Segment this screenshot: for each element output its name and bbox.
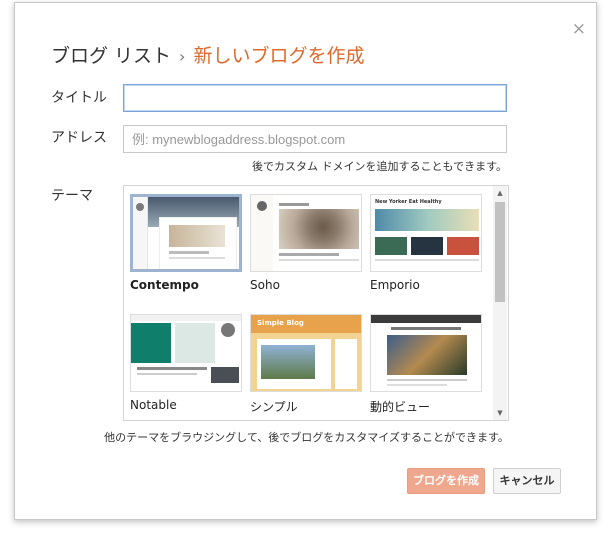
theme-thumbnail-emporio[interactable]: New Yorker Eat Healthy [370, 194, 482, 272]
create-blog-button[interactable]: ブログを作成 [407, 468, 485, 494]
title-input[interactable] [123, 84, 507, 112]
close-icon[interactable]: × [572, 21, 586, 38]
theme-thumbnail-contempo[interactable] [130, 194, 242, 272]
breadcrumb-separator: › [179, 47, 186, 66]
cancel-button[interactable]: キャンセル [493, 468, 561, 494]
theme-tile-contempo[interactable]: Contempo [130, 194, 242, 292]
theme-thumbnail-soho[interactable] [250, 194, 362, 272]
create-blog-dialog: × ブログ リスト › 新しいブログを作成 タイトル アドレス 後でカスタム ドメイ… [14, 2, 597, 520]
breadcrumb-blog-list[interactable]: ブログ リスト [51, 45, 171, 67]
address-label: アドレス [51, 130, 107, 146]
chevron-down-icon[interactable]: ▼ [493, 406, 507, 420]
dialog-title: ブログ リスト › 新しいブログを作成 [51, 41, 364, 68]
theme-thumbnail-dynamic-views[interactable] [370, 314, 482, 392]
theme-thumbnail-simple[interactable]: Simple Blog [250, 314, 362, 392]
theme-name-contempo: Contempo [130, 278, 199, 292]
theme-tile-soho[interactable]: Soho [250, 194, 362, 292]
theme-tile-notable[interactable]: Notable [130, 314, 242, 412]
theme-name-dynamic-views: 動的ビュー [370, 400, 431, 414]
scrollbar-thumb[interactable] [495, 202, 505, 302]
theme-footer-note: 他のテーマをブラウジングして、後でブログをカスタマイズすることができます。 [104, 431, 509, 444]
theme-name-simple: シンプル [250, 400, 298, 414]
title-label: タイトル [51, 90, 107, 106]
emporio-heading: New Yorker Eat Healthy [375, 199, 442, 205]
address-input[interactable] [123, 125, 507, 153]
theme-label: テーマ [51, 188, 93, 204]
theme-name-emporio: Emporio [370, 278, 420, 292]
theme-name-soho: Soho [250, 278, 280, 292]
chevron-up-icon[interactable]: ▲ [493, 186, 507, 200]
theme-name-notable: Notable [130, 398, 177, 412]
theme-tile-dynamic-views[interactable]: 動的ビュー [370, 314, 482, 415]
theme-tile-simple[interactable]: Simple Blog シンプル [250, 314, 362, 415]
simple-heading: Simple Blog [257, 319, 304, 327]
theme-tile-emporio[interactable]: New Yorker Eat Healthy Emporio [370, 194, 482, 292]
theme-scrollbar[interactable]: ▲ ▼ [493, 186, 507, 420]
address-hint: 後でカスタム ドメインを追加することもできます。 [252, 160, 507, 173]
theme-picker: Contempo Soho New Yorker Eat Healthy Emp… [123, 185, 509, 421]
breadcrumb-current: 新しいブログを作成 [193, 45, 365, 67]
theme-thumbnail-notable[interactable] [130, 314, 242, 392]
